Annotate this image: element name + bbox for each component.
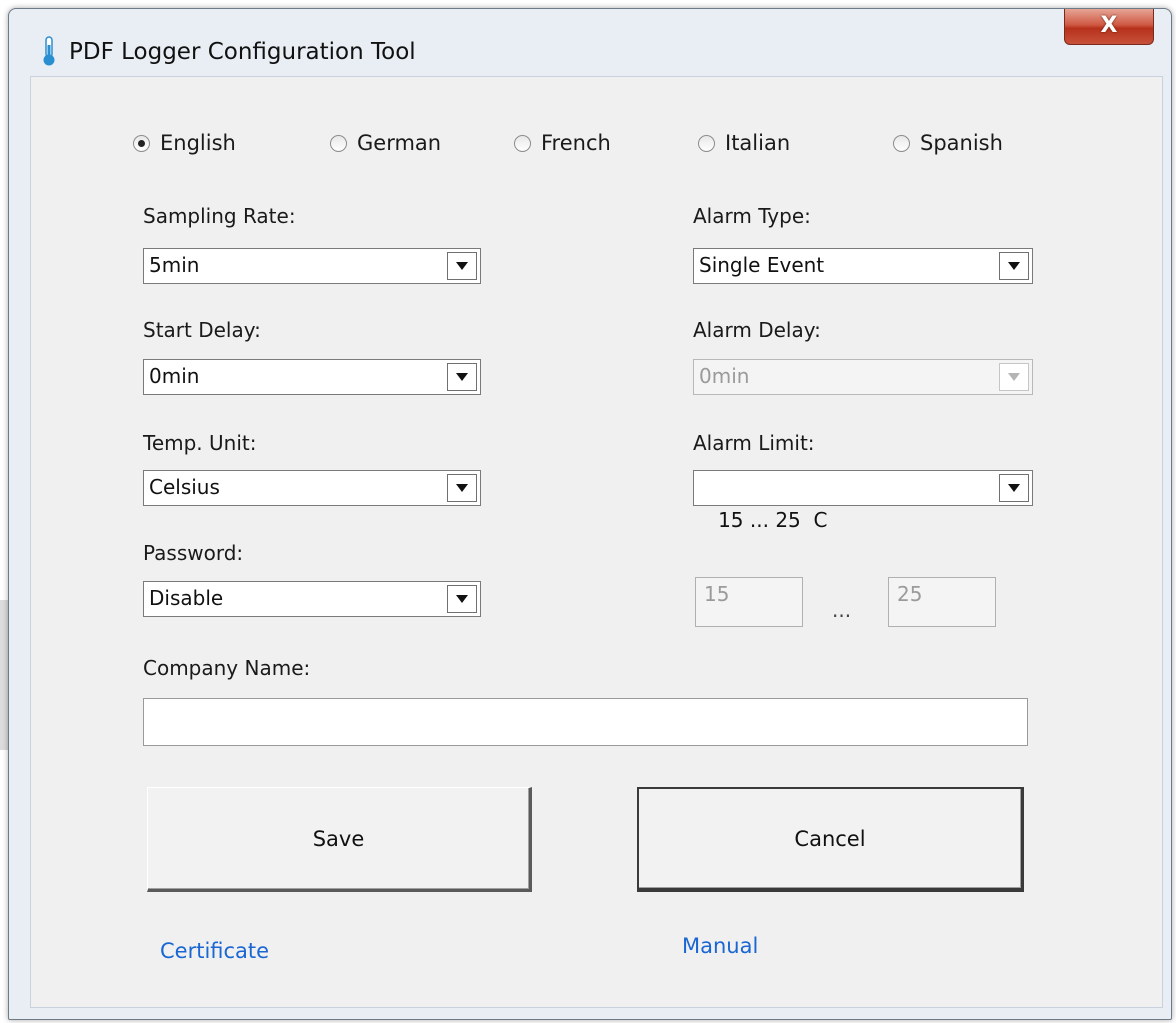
temp-unit-label: Temp. Unit: (143, 431, 257, 455)
save-button[interactable]: Save (147, 787, 532, 892)
sampling-rate-label: Sampling Rate: (143, 204, 296, 228)
password-label: Password: (143, 541, 244, 565)
radio-button-icon (330, 134, 347, 152)
sampling-rate-value: 5min (149, 253, 200, 277)
alarm-limit-select[interactable]: 15 ... 25 C (693, 470, 1033, 532)
radio-label: French (541, 131, 611, 155)
radio-label: German (357, 131, 442, 155)
start-delay-value: 0min (149, 364, 200, 388)
radio-label: English (160, 131, 236, 155)
chevron-down-icon[interactable] (447, 474, 477, 502)
sampling-rate-select[interactable]: 5min (143, 248, 481, 284)
chevron-down-icon (999, 363, 1029, 391)
alarm-type-label: Alarm Type: (693, 204, 811, 228)
radio-italian[interactable]: Italian (698, 130, 790, 156)
temp-unit-select[interactable]: Celsius (143, 470, 481, 506)
manual-link[interactable]: Manual (682, 934, 758, 958)
alarm-limit-label: Alarm Limit: (693, 431, 815, 455)
radio-english[interactable]: English (133, 130, 236, 156)
password-value: Disable (149, 586, 224, 610)
radio-button-checked-icon (133, 134, 150, 152)
password-select[interactable]: Disable (143, 581, 481, 617)
window-title: PDF Logger Configuration Tool (69, 39, 416, 65)
cancel-button[interactable]: Cancel (637, 787, 1024, 892)
thermometer-icon (43, 36, 55, 66)
temp-unit-value: Celsius (149, 475, 220, 499)
certificate-link[interactable]: Certificate (160, 939, 269, 963)
start-delay-select[interactable]: 0min (143, 359, 481, 395)
alarm-limit-value: 15 ... 25 C (711, 508, 828, 532)
alarm-delay-value: 0min (699, 364, 750, 388)
radio-german[interactable]: German (330, 130, 441, 156)
chevron-down-icon[interactable] (999, 474, 1029, 502)
radio-button-icon (893, 134, 910, 152)
chevron-down-icon[interactable] (447, 585, 477, 613)
company-name-input[interactable] (143, 698, 1028, 746)
limit-low-input: 15 (695, 577, 803, 627)
radio-button-icon (698, 134, 715, 152)
chevron-down-icon[interactable] (447, 252, 477, 280)
radio-spanish[interactable]: Spanish (893, 130, 1003, 156)
alarm-type-select[interactable]: Single Event (693, 248, 1033, 284)
start-delay-label: Start Delay: (143, 318, 261, 342)
alarm-delay-select: 0min (693, 359, 1033, 395)
radio-french[interactable]: French (514, 130, 611, 156)
limit-high-input: 25 (888, 577, 996, 627)
alarm-delay-label: Alarm Delay: (693, 318, 821, 342)
radio-button-icon (514, 134, 531, 152)
company-name-label: Company Name: (143, 656, 311, 680)
alarm-type-value: Single Event (699, 253, 825, 277)
radio-label: Spanish (920, 131, 1003, 155)
close-button[interactable]: X (1064, 9, 1154, 45)
chevron-down-icon[interactable] (999, 252, 1029, 280)
radio-label: Italian (725, 131, 791, 155)
chevron-down-icon[interactable] (447, 363, 477, 391)
limit-range-separator: ... (832, 598, 852, 622)
